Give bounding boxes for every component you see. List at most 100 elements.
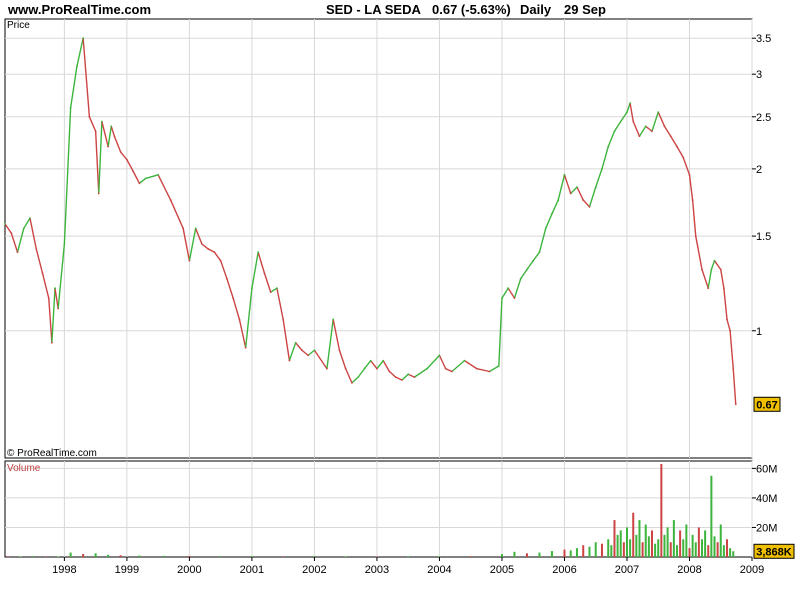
price-point xyxy=(732,367,735,370)
price-point xyxy=(307,354,310,357)
price-point xyxy=(538,251,541,254)
volume-bar xyxy=(635,534,638,557)
period-label: Daily xyxy=(520,2,552,17)
price-point xyxy=(276,287,278,290)
price-point xyxy=(263,272,266,275)
volume-bar xyxy=(691,534,694,557)
x-tick-label: 2001 xyxy=(240,564,264,576)
price-point xyxy=(444,367,447,370)
volume-bar xyxy=(119,555,122,557)
volume-bar xyxy=(19,556,22,557)
price-point xyxy=(619,120,622,123)
price-point xyxy=(644,125,647,128)
volume-bar xyxy=(663,534,666,557)
price-point xyxy=(729,329,732,332)
price-point xyxy=(382,359,385,362)
volume-bar xyxy=(675,545,678,557)
price-point xyxy=(426,367,428,370)
price-point xyxy=(232,297,235,300)
volume-bar xyxy=(219,556,222,557)
x-tick-label: 2004 xyxy=(427,564,451,576)
volume-bar xyxy=(713,536,716,557)
price-point xyxy=(707,287,710,290)
volume-bar xyxy=(138,555,141,557)
price-point xyxy=(35,247,38,250)
volume-bar xyxy=(525,553,528,557)
price-point xyxy=(629,102,632,105)
volume-bar xyxy=(616,534,619,557)
volume-bar xyxy=(563,549,566,557)
volume-bar xyxy=(660,463,663,557)
volume-bar xyxy=(644,524,647,557)
volume-bar xyxy=(313,556,316,557)
price-point xyxy=(69,106,72,109)
price-point xyxy=(357,376,360,379)
volume-bar xyxy=(641,542,644,557)
volume-bar xyxy=(469,556,472,557)
price-y-tick-label: 1 xyxy=(756,326,762,338)
price-point xyxy=(110,125,113,128)
volume-bar xyxy=(575,548,578,557)
x-tick-label: 2005 xyxy=(490,564,514,576)
volume-bar xyxy=(550,551,553,557)
price-point xyxy=(594,186,597,189)
volume-panel: 20M 40M 60M 3,868K xyxy=(4,460,795,559)
price-point xyxy=(113,135,116,138)
price-point xyxy=(169,199,172,201)
price-point xyxy=(54,287,56,290)
volume-bar xyxy=(513,551,516,557)
price-point xyxy=(57,307,60,310)
price-point xyxy=(282,318,285,321)
last-volume-label: 3,868K xyxy=(756,546,792,558)
price-point xyxy=(713,259,716,262)
volume-bar xyxy=(107,554,110,557)
price-point xyxy=(50,341,53,344)
volume-bar xyxy=(44,556,47,557)
price-point xyxy=(226,277,228,280)
price-point xyxy=(691,199,694,201)
volume-bar xyxy=(632,512,635,557)
price-point xyxy=(219,259,222,262)
price-point xyxy=(688,173,691,176)
price-point xyxy=(413,376,416,379)
price-point xyxy=(125,158,128,161)
price-point xyxy=(244,346,247,349)
price-point xyxy=(144,177,147,180)
price-point xyxy=(97,192,100,195)
price-point xyxy=(94,130,97,133)
price-point xyxy=(507,287,510,290)
site-title[interactable]: www.ProRealTime.com xyxy=(8,2,151,17)
volume-bar xyxy=(625,527,628,557)
price-point xyxy=(288,359,291,362)
price-frame xyxy=(4,18,753,459)
price-point xyxy=(269,291,272,294)
price-point xyxy=(119,151,122,153)
volume-bar xyxy=(722,545,725,557)
price-point xyxy=(369,359,372,362)
volume-bar xyxy=(569,550,572,557)
price-point xyxy=(519,277,522,280)
price-point xyxy=(607,145,610,148)
price-point xyxy=(394,376,397,379)
price-point xyxy=(4,223,6,225)
volume-bar xyxy=(629,539,632,557)
volume-bar xyxy=(669,542,672,557)
volume-bar xyxy=(619,530,622,557)
price-point xyxy=(75,65,78,68)
price-point xyxy=(710,268,713,271)
price-point xyxy=(238,318,241,321)
price-point xyxy=(257,251,260,254)
volume-bar xyxy=(588,546,591,557)
price-point xyxy=(388,370,391,373)
volume-bar xyxy=(666,527,669,557)
price-point xyxy=(476,367,478,370)
volume-bar xyxy=(7,556,10,557)
price-point xyxy=(582,199,585,201)
price-point xyxy=(626,111,628,114)
price-point xyxy=(544,227,547,230)
price-point xyxy=(63,243,66,245)
price-point xyxy=(326,367,328,370)
price-point xyxy=(501,297,503,300)
price-point xyxy=(669,135,672,138)
volume-bar xyxy=(407,556,410,557)
